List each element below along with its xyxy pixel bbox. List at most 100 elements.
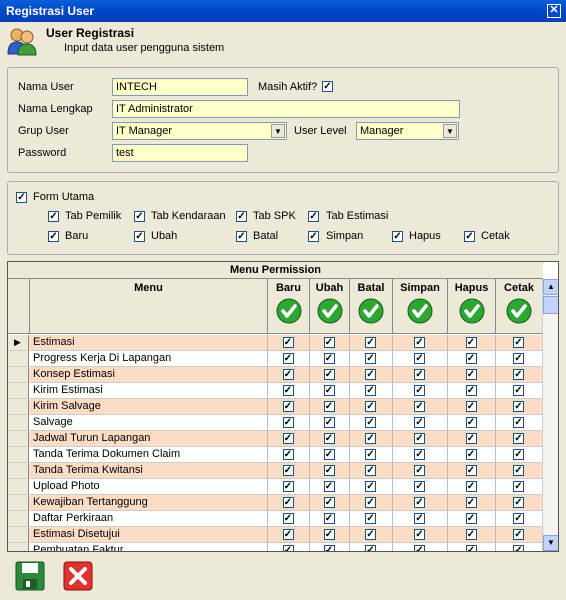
scroll-thumb[interactable]	[543, 296, 558, 314]
permission-checkbox[interactable]: ✓	[465, 449, 477, 460]
permission-checkbox[interactable]: ✓	[323, 481, 335, 492]
permission-checkbox[interactable]: ✓	[365, 449, 376, 460]
permission-checkbox[interactable]: ✓	[414, 449, 425, 460]
table-row[interactable]: Kewajiban Tertanggung ✓ ✓ ✓ ✓ ✓ ✓	[8, 495, 543, 511]
permission-checkbox[interactable]: ✓	[513, 513, 524, 524]
hapus-checkbox[interactable]: ✓	[392, 231, 403, 242]
permission-checkbox[interactable]: ✓	[414, 417, 425, 428]
permission-checkbox[interactable]: ✓	[282, 513, 294, 524]
permission-checkbox[interactable]: ✓	[513, 337, 524, 348]
permission-checkbox[interactable]: ✓	[465, 385, 477, 396]
permission-checkbox[interactable]: ✓	[513, 417, 524, 428]
permission-checkbox[interactable]: ✓	[282, 337, 294, 348]
simpan-checkbox[interactable]: ✓	[308, 231, 319, 242]
permission-checkbox[interactable]: ✓	[282, 545, 294, 551]
close-icon[interactable]: ✕	[547, 4, 561, 18]
permission-checkbox[interactable]: ✓	[365, 497, 376, 508]
select-all-check-icon[interactable]	[358, 298, 384, 324]
permission-checkbox[interactable]: ✓	[414, 353, 425, 364]
permission-checkbox[interactable]: ✓	[414, 337, 425, 348]
password-input[interactable]: test	[112, 144, 248, 162]
row-indicator[interactable]	[8, 383, 29, 399]
permission-checkbox[interactable]: ✓	[365, 545, 376, 551]
select-all-check-icon[interactable]	[407, 298, 433, 324]
permission-checkbox[interactable]: ✓	[365, 529, 376, 540]
vertical-scrollbar[interactable]: ▲ ▼	[542, 279, 558, 551]
permission-checkbox[interactable]: ✓	[323, 401, 335, 412]
table-row[interactable]: Jadwal Turun Lapangan ✓ ✓ ✓ ✓ ✓ ✓	[8, 431, 543, 447]
batal-checkbox[interactable]: ✓	[236, 231, 247, 242]
permission-checkbox[interactable]: ✓	[465, 545, 477, 551]
permission-checkbox[interactable]: ✓	[323, 353, 335, 364]
permission-checkbox[interactable]: ✓	[414, 513, 425, 524]
tab-pemilik-checkbox[interactable]: ✓	[48, 211, 59, 222]
permission-checkbox[interactable]: ✓	[282, 497, 294, 508]
table-row[interactable]: ▶ Estimasi ✓ ✓ ✓ ✓ ✓ ✓	[8, 335, 543, 351]
permission-checkbox[interactable]: ✓	[414, 369, 425, 380]
permission-checkbox[interactable]: ✓	[465, 337, 477, 348]
permission-checkbox[interactable]: ✓	[465, 433, 477, 444]
permission-checkbox[interactable]: ✓	[365, 465, 376, 476]
permission-checkbox[interactable]: ✓	[323, 417, 335, 428]
permission-checkbox[interactable]: ✓	[513, 369, 524, 380]
row-indicator[interactable]	[8, 479, 29, 495]
permission-checkbox[interactable]: ✓	[365, 481, 376, 492]
permission-checkbox[interactable]: ✓	[365, 433, 376, 444]
select-all-check-icon[interactable]	[276, 298, 302, 324]
permission-checkbox[interactable]: ✓	[513, 465, 524, 476]
permission-checkbox[interactable]: ✓	[323, 449, 335, 460]
permission-checkbox[interactable]: ✓	[513, 497, 524, 508]
permission-checkbox[interactable]: ✓	[465, 401, 477, 412]
tab-kendaraan-checkbox[interactable]: ✓	[134, 211, 145, 222]
permission-checkbox[interactable]: ✓	[513, 449, 524, 460]
row-indicator[interactable]	[8, 431, 29, 447]
permission-checkbox[interactable]: ✓	[323, 385, 335, 396]
row-indicator[interactable]	[8, 543, 29, 551]
baru-checkbox[interactable]: ✓	[48, 231, 59, 242]
permission-checkbox[interactable]: ✓	[365, 417, 376, 428]
permission-checkbox[interactable]: ✓	[282, 385, 294, 396]
table-row[interactable]: Tanda Terima Dokumen Claim ✓ ✓ ✓ ✓ ✓ ✓	[8, 447, 543, 463]
permission-checkbox[interactable]: ✓	[513, 353, 524, 364]
column-header-batal[interactable]: Batal	[350, 279, 393, 334]
permission-checkbox[interactable]: ✓	[282, 401, 294, 412]
permission-checkbox[interactable]: ✓	[465, 529, 477, 540]
table-row[interactable]: Kirim Estimasi ✓ ✓ ✓ ✓ ✓ ✓	[8, 383, 543, 399]
row-indicator[interactable]	[8, 399, 29, 415]
masih-aktif-checkbox[interactable]: ✓	[322, 81, 333, 92]
permission-checkbox[interactable]: ✓	[282, 433, 294, 444]
permission-checkbox[interactable]: ✓	[465, 513, 477, 524]
permission-checkbox[interactable]: ✓	[282, 353, 294, 364]
row-indicator[interactable]	[8, 527, 29, 543]
permission-checkbox[interactable]: ✓	[323, 465, 335, 476]
column-header-ubah[interactable]: Ubah	[310, 279, 350, 334]
column-header-simpan[interactable]: Simpan	[393, 279, 448, 334]
column-header-baru[interactable]: Baru	[268, 279, 310, 334]
permission-checkbox[interactable]: ✓	[323, 545, 335, 551]
permission-checkbox[interactable]: ✓	[414, 401, 425, 412]
permission-checkbox[interactable]: ✓	[282, 369, 294, 380]
row-indicator[interactable]	[8, 367, 29, 383]
permission-checkbox[interactable]: ✓	[323, 529, 335, 540]
permission-checkbox[interactable]: ✓	[513, 433, 524, 444]
permission-checkbox[interactable]: ✓	[323, 513, 335, 524]
permission-checkbox[interactable]: ✓	[465, 465, 477, 476]
permission-checkbox[interactable]: ✓	[414, 545, 425, 551]
select-all-check-icon[interactable]	[317, 298, 343, 324]
permission-checkbox[interactable]: ✓	[323, 337, 335, 348]
chevron-down-icon[interactable]: ▼	[443, 124, 457, 138]
permission-checkbox[interactable]: ✓	[365, 337, 376, 348]
table-row[interactable]: Salvage ✓ ✓ ✓ ✓ ✓ ✓	[8, 415, 543, 431]
user-level-select[interactable]: Manager ▼	[356, 122, 459, 140]
table-row[interactable]: Pembuatan Faktur ✓ ✓ ✓ ✓ ✓ ✓	[8, 543, 543, 551]
chevron-down-icon[interactable]: ▼	[271, 124, 285, 138]
row-indicator[interactable]	[8, 415, 29, 431]
permission-checkbox[interactable]: ✓	[365, 513, 376, 524]
scroll-down-icon[interactable]: ▼	[543, 535, 558, 551]
permission-checkbox[interactable]: ✓	[282, 465, 294, 476]
permission-checkbox[interactable]: ✓	[513, 529, 524, 540]
permission-checkbox[interactable]: ✓	[365, 401, 376, 412]
save-icon[interactable]	[14, 560, 46, 592]
table-row[interactable]: Upload Photo ✓ ✓ ✓ ✓ ✓ ✓	[8, 479, 543, 495]
permission-checkbox[interactable]: ✓	[323, 497, 335, 508]
